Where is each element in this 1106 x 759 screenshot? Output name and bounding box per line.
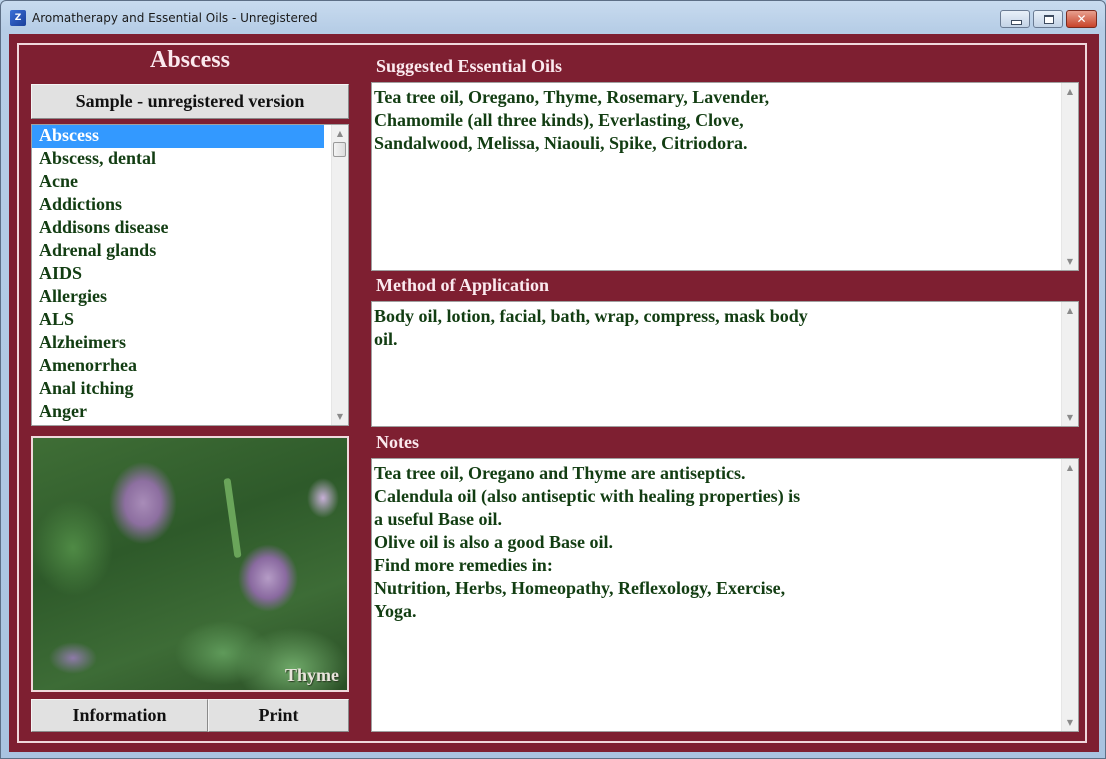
scroll-up-arrow-icon[interactable]: ▲ xyxy=(1062,83,1078,100)
title-bar[interactable]: Z Aromatherapy and Essential Oils - Unre… xyxy=(1,1,1105,35)
close-button[interactable]: ✕ xyxy=(1066,10,1097,28)
condition-heading: Abscess xyxy=(149,47,230,73)
list-item[interactable]: Allergies xyxy=(32,286,324,309)
maximize-icon xyxy=(1034,11,1062,27)
client-area: Abscess Sample - unregistered version Ab… xyxy=(9,34,1099,752)
notes-line: Calendula oil (also antiseptic with heal… xyxy=(374,486,801,506)
oils-line: Sandalwood, Melissa, Niaouli, Spike, Cit… xyxy=(374,133,748,153)
window-title: Aromatherapy and Essential Oils - Unregi… xyxy=(32,11,318,25)
method-scrollbar[interactable]: ▲ ▼ xyxy=(1061,302,1078,426)
list-scrollbar[interactable]: ▲ ▼ xyxy=(331,125,348,425)
notes-line: a useful Base oil. xyxy=(374,509,503,529)
list-item[interactable]: Alzheimers xyxy=(32,332,324,355)
information-button[interactable]: Information xyxy=(31,699,208,732)
list-item[interactable]: Abscess, dental xyxy=(32,148,324,171)
method-textbox[interactable]: Body oil, lotion, facial, bath, wrap, co… xyxy=(371,301,1079,427)
oils-label: Suggested Essential Oils xyxy=(376,56,563,76)
oils-line: Tea tree oil, Oregano, Thyme, Rosemary, … xyxy=(374,87,770,107)
notes-label: Notes xyxy=(376,432,419,452)
method-line: oil. xyxy=(374,329,398,349)
oils-line: Chamomile (all three kinds), Everlasting… xyxy=(374,110,744,130)
scroll-up-arrow-icon[interactable]: ▲ xyxy=(1062,459,1078,476)
print-button[interactable]: Print xyxy=(208,699,349,732)
list-item[interactable]: Adrenal glands xyxy=(32,240,324,263)
plant-photo: Thyme xyxy=(31,436,349,692)
conditions-listbox[interactable]: Abscess Abscess, dental Acne Addictions Addi… xyxy=(31,124,349,426)
scroll-down-arrow-icon[interactable]: ▼ xyxy=(332,408,348,425)
notes-line: Olive oil is also a good Base oil. xyxy=(374,532,614,552)
notes-line: Yoga. xyxy=(374,601,417,621)
scroll-down-arrow-icon[interactable]: ▼ xyxy=(1062,253,1078,270)
scroll-up-arrow-icon[interactable]: ▲ xyxy=(1062,302,1078,319)
conditions-list: Abscess Abscess, dental Acne Addictions Addi… xyxy=(32,125,348,424)
scroll-down-arrow-icon[interactable]: ▼ xyxy=(1062,714,1078,731)
minimize-button[interactable] xyxy=(1000,10,1030,28)
notes-scrollbar[interactable]: ▲ ▼ xyxy=(1061,459,1078,731)
list-item[interactable]: Amenorrhea xyxy=(32,355,324,378)
plant-stem-decoration xyxy=(223,477,242,559)
close-icon: ✕ xyxy=(1076,12,1087,26)
scroll-thumb[interactable] xyxy=(333,142,346,157)
notes-text: Tea tree oil, Oregano and Thyme are anti… xyxy=(372,459,844,623)
list-item[interactable]: Abscess xyxy=(32,125,324,148)
oils-scrollbar[interactable]: ▲ ▼ xyxy=(1061,83,1078,270)
list-item[interactable]: Anal itching xyxy=(32,378,324,401)
method-text: Body oil, lotion, facial, bath, wrap, co… xyxy=(372,302,844,351)
method-label: Method of Application xyxy=(376,275,550,295)
list-item[interactable]: ALS xyxy=(32,309,324,332)
list-item[interactable]: Acne xyxy=(32,171,324,194)
oils-text: Tea tree oil, Oregano, Thyme, Rosemary, … xyxy=(372,83,844,155)
oils-textbox[interactable]: Tea tree oil, Oregano, Thyme, Rosemary, … xyxy=(371,82,1079,271)
app-icon: Z xyxy=(10,10,26,26)
notes-line: Tea tree oil, Oregano and Thyme are anti… xyxy=(374,463,746,483)
list-item[interactable]: AIDS xyxy=(32,263,324,286)
list-item[interactable]: Addictions xyxy=(32,194,324,217)
minimize-icon xyxy=(1001,11,1029,27)
list-item[interactable]: Addisons disease xyxy=(32,217,324,240)
notes-line: Nutrition, Herbs, Homeopathy, Reflexolog… xyxy=(374,578,786,598)
photo-caption: Thyme xyxy=(285,665,339,685)
list-item[interactable]: Anger xyxy=(32,401,324,424)
notes-textbox[interactable]: Tea tree oil, Oregano and Thyme are anti… xyxy=(371,458,1079,732)
sample-unregistered-button[interactable]: Sample - unregistered version xyxy=(31,84,349,119)
notes-line: Find more remedies in: xyxy=(374,555,553,575)
maximize-button[interactable] xyxy=(1033,10,1063,28)
scroll-up-arrow-icon[interactable]: ▲ xyxy=(332,125,348,142)
method-line: Body oil, lotion, facial, bath, wrap, co… xyxy=(374,306,808,326)
app-window: Z Aromatherapy and Essential Oils - Unre… xyxy=(0,0,1106,759)
scroll-down-arrow-icon[interactable]: ▼ xyxy=(1062,409,1078,426)
